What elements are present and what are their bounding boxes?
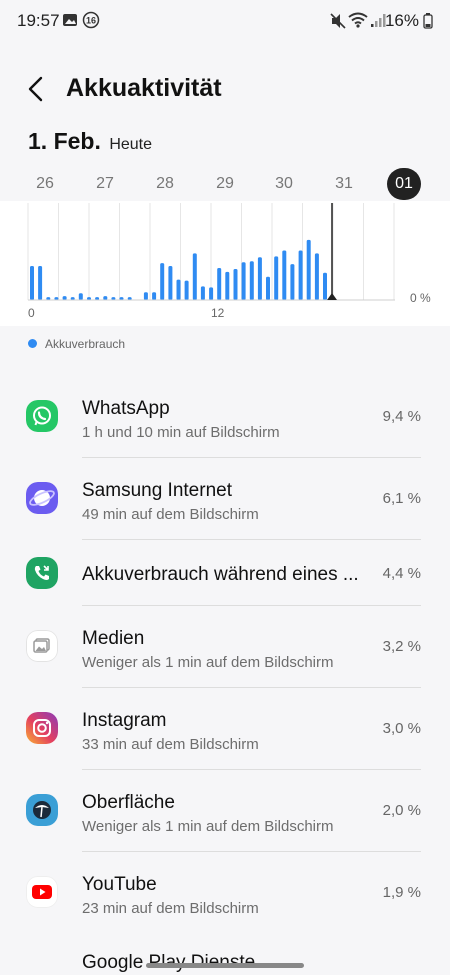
svg-text:16: 16 xyxy=(86,16,96,26)
chart-bar xyxy=(217,268,222,300)
chart-bar xyxy=(290,264,295,300)
samsung-internet-icon xyxy=(26,482,58,514)
date-label: 1. Feb. Heute xyxy=(28,128,152,155)
home-indicator[interactable] xyxy=(146,963,304,968)
day-26[interactable]: 26 xyxy=(28,168,62,200)
app-header: Akkuaktivität xyxy=(0,60,450,120)
list-item[interactable]: YouTube 23 min auf dem Bildschirm 1,9 % xyxy=(0,852,450,934)
status-bar: 19:57 16 16% xyxy=(0,0,450,42)
chart-bar xyxy=(241,262,246,300)
battery-icon xyxy=(423,13,433,29)
youtube-icon xyxy=(26,876,58,908)
chart-bar xyxy=(209,287,214,300)
app-screen-time: 49 min auf dem Bildschirm xyxy=(82,506,259,523)
list-item[interactable]: Samsung Internet 49 min auf dem Bildschi… xyxy=(0,458,450,540)
app-name: Samsung Internet xyxy=(82,480,232,501)
chart-bar xyxy=(266,276,270,300)
battery-usage-chart: 0 12 0 % xyxy=(0,201,450,326)
app-percent: 2,0 % xyxy=(382,802,421,819)
chart-bar xyxy=(103,296,108,300)
app-screen-time: 33 min auf dem Bildschirm xyxy=(82,736,259,753)
app-percent: 3,2 % xyxy=(382,638,421,655)
day-29[interactable]: 29 xyxy=(208,168,242,200)
current-time-triangle xyxy=(327,293,337,300)
app-name: Oberfläche xyxy=(82,792,175,813)
whatsapp-icon xyxy=(26,400,58,432)
list-item[interactable]: Oberfläche Weniger als 1 min auf dem Bil… xyxy=(0,770,450,852)
y-tick-0: 0 % xyxy=(410,291,431,305)
call-icon xyxy=(26,557,58,589)
battery-percent: 16% xyxy=(384,11,419,30)
battery-usage-chart-svg: 0 12 0 % xyxy=(27,203,431,320)
signal-icon xyxy=(371,14,386,27)
list-item[interactable]: Akkuverbrauch während eines ... 4,4 % xyxy=(0,540,450,606)
day-28[interactable]: 28 xyxy=(148,168,182,200)
chart-bar xyxy=(168,266,173,300)
app-screen-time: 23 min auf dem Bildschirm xyxy=(82,900,259,917)
chart-legend: Akkuverbrauch xyxy=(28,337,125,351)
chart-bar xyxy=(200,286,205,300)
list-item[interactable]: WhatsApp 1 h und 10 min auf Bildschirm 9… xyxy=(0,376,450,458)
chart-bar xyxy=(143,292,148,300)
day-30[interactable]: 30 xyxy=(267,168,301,200)
chart-bar xyxy=(282,250,287,300)
date-main: 1. Feb. xyxy=(28,128,101,154)
app-name: YouTube xyxy=(82,874,157,895)
chart-bar xyxy=(184,280,189,300)
app-usage-list: WhatsApp 1 h und 10 min auf Bildschirm 9… xyxy=(0,376,450,934)
list-item[interactable]: Medien Weniger als 1 min auf dem Bildsch… xyxy=(0,606,450,688)
chart-bar xyxy=(78,293,83,300)
chart-bar xyxy=(192,253,197,300)
app-name: Instagram xyxy=(82,710,167,731)
chart-bar xyxy=(249,261,254,300)
app-name: WhatsApp xyxy=(82,398,170,419)
media-icon xyxy=(26,630,58,662)
x-tick-0: 0 xyxy=(28,306,35,320)
ui-icon xyxy=(26,794,58,826)
chart-bar xyxy=(225,271,230,300)
chart-bar xyxy=(176,279,181,300)
day-31[interactable]: 31 xyxy=(327,168,361,200)
back-arrow-icon[interactable] xyxy=(22,74,52,104)
chart-bar xyxy=(30,266,34,300)
chart-bar xyxy=(274,256,279,300)
instagram-icon xyxy=(26,712,58,744)
app-screen-time: Weniger als 1 min auf dem Bildschirm xyxy=(82,654,334,671)
gallery-icon xyxy=(63,14,77,26)
day-01-selected[interactable]: 01 xyxy=(387,168,421,200)
chart-bar xyxy=(323,272,327,300)
chart-bar xyxy=(160,263,165,300)
day-27[interactable]: 27 xyxy=(88,168,122,200)
chart-bar xyxy=(38,266,43,300)
x-tick-12: 12 xyxy=(211,306,225,320)
app-percent: 3,0 % xyxy=(382,720,421,737)
app-screen-time: Weniger als 1 min auf dem Bildschirm xyxy=(82,818,334,835)
app-percent: 4,4 % xyxy=(382,565,421,582)
notification-count-icon: 16 xyxy=(82,11,100,29)
app-screen-time: 1 h und 10 min auf Bildschirm xyxy=(82,424,280,441)
chart-bar xyxy=(298,250,303,300)
chart-bar xyxy=(257,257,262,300)
app-name: Medien xyxy=(82,628,145,649)
wifi-icon xyxy=(348,12,368,28)
chart-bar xyxy=(233,269,238,300)
page-title: Akkuaktivität xyxy=(66,74,222,102)
chart-bar xyxy=(314,253,319,300)
legend-dot xyxy=(28,339,37,348)
chart-bar xyxy=(62,296,67,300)
app-percent: 9,4 % xyxy=(382,408,421,425)
chart-bar xyxy=(152,292,157,300)
chart-bar xyxy=(306,239,311,300)
clock: 19:57 xyxy=(17,11,60,30)
app-name: Akkuverbrauch während eines ... xyxy=(82,564,359,585)
date-sub: Heute xyxy=(109,136,153,153)
day-selector: 26 27 28 29 30 31 01 xyxy=(0,168,450,202)
list-item[interactable]: Instagram 33 min auf dem Bildschirm 3,0 … xyxy=(0,688,450,770)
app-percent: 1,9 % xyxy=(382,884,421,901)
legend-label: Akkuverbrauch xyxy=(45,337,126,351)
mute-icon xyxy=(330,13,346,29)
app-percent: 6,1 % xyxy=(382,490,421,507)
